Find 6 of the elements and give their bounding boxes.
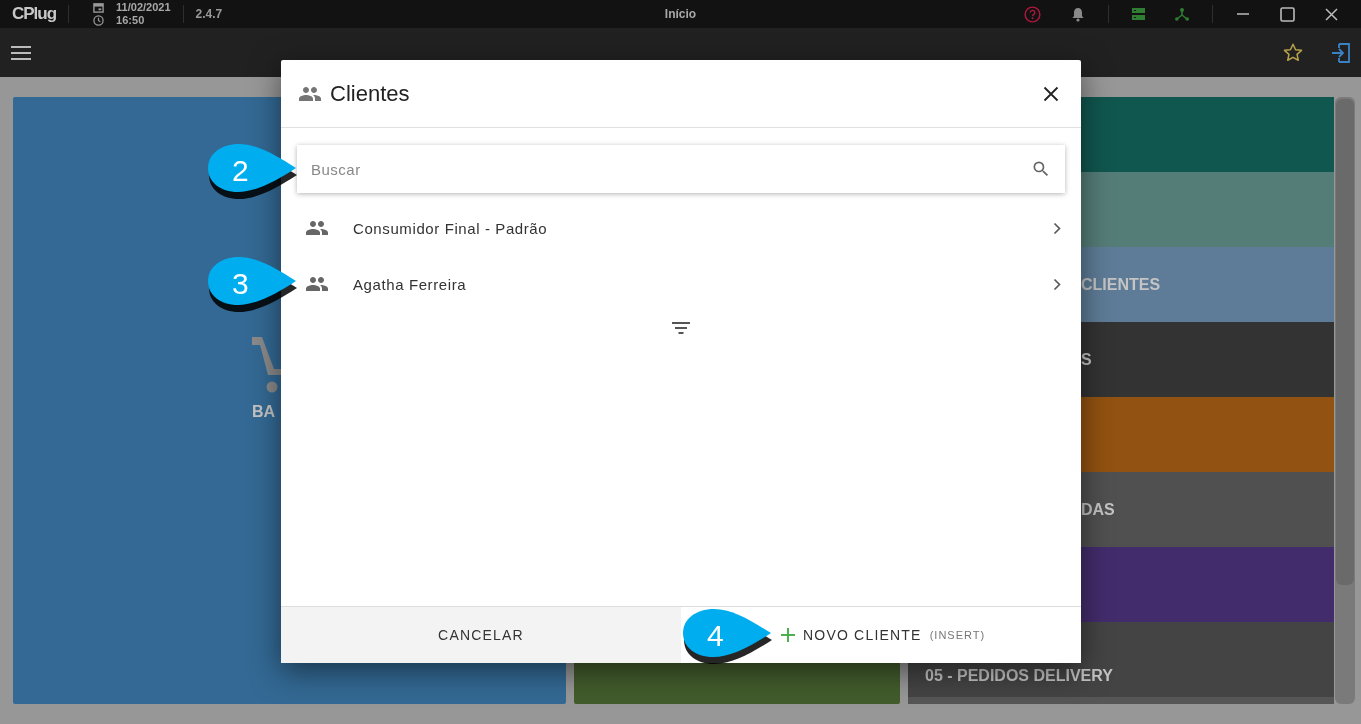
dialog-title: Clientes xyxy=(330,80,411,107)
time-text: 16:50 xyxy=(116,14,146,27)
window-title: Início xyxy=(664,7,697,21)
date-text: 11/02/2021 xyxy=(116,1,171,14)
version-text: 2.4.7 xyxy=(195,7,223,21)
app-logo: CPlug xyxy=(12,4,57,24)
